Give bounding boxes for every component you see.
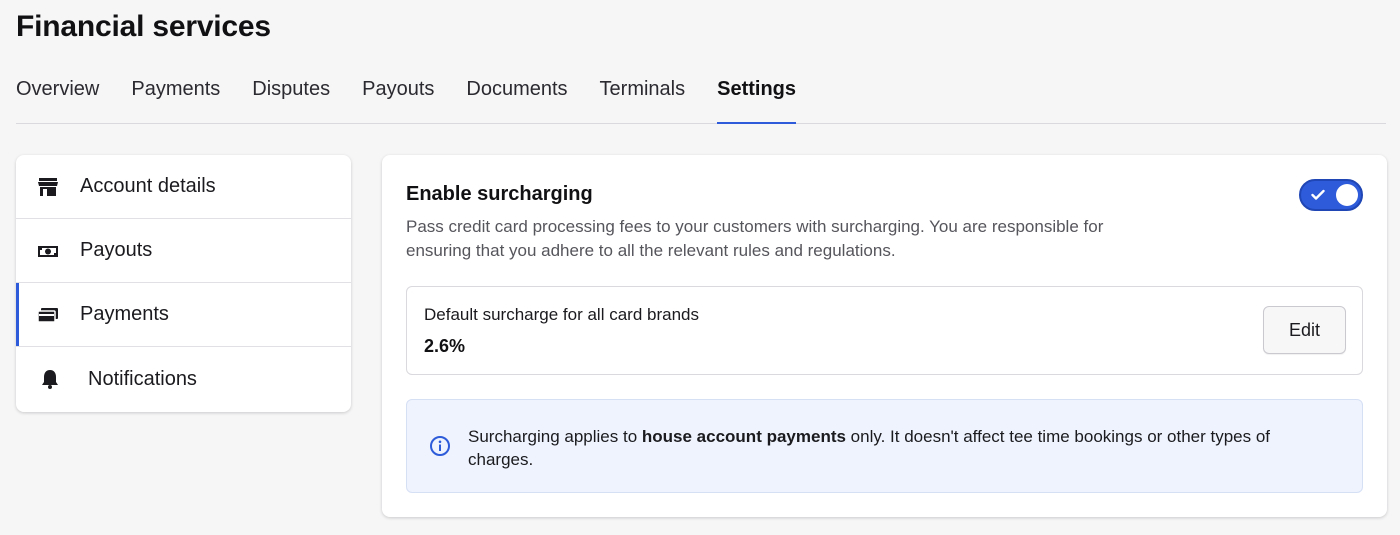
tab-overview[interactable]: Overview <box>16 70 99 123</box>
sidebar-item-label: Notifications <box>88 367 197 390</box>
tab-terminals[interactable]: Terminals <box>600 70 686 123</box>
info-text-bold: house account payments <box>641 427 846 446</box>
bell-icon <box>38 367 62 391</box>
tab-settings[interactable]: Settings <box>717 70 796 124</box>
sidebar-item-payouts[interactable]: Payouts <box>16 219 351 283</box>
check-icon <box>1311 188 1325 206</box>
sidebar-item-label: Account details <box>80 175 216 197</box>
default-surcharge-value: 2.6% <box>424 336 466 356</box>
surcharging-description: Pass credit card processing fees to your… <box>406 217 1104 260</box>
store-icon <box>36 175 60 199</box>
tab-payouts[interactable]: Payouts <box>362 70 434 123</box>
sidebar-item-notifications[interactable]: Notifications <box>16 347 351 411</box>
tab-bar: Overview Payments Disputes Payouts Docum… <box>16 70 1386 124</box>
tab-payments[interactable]: Payments <box>131 70 220 123</box>
cash-icon <box>36 239 60 263</box>
toggle-knob <box>1336 184 1358 206</box>
sidebar-item-label: Payouts <box>80 239 153 261</box>
surcharging-toggle[interactable] <box>1299 179 1363 211</box>
tab-documents[interactable]: Documents <box>466 70 567 123</box>
info-text-prefix: Surcharging applies to <box>468 427 642 446</box>
settings-sidebar: Account details Payouts Payments Notific… <box>16 155 351 412</box>
info-icon <box>429 435 451 462</box>
edit-button[interactable]: Edit <box>1263 306 1346 354</box>
credit-card-icon <box>36 303 60 327</box>
info-banner: Surcharging applies to house account pay… <box>406 399 1363 493</box>
sidebar-item-payments[interactable]: Payments <box>16 283 351 347</box>
sidebar-item-label: Payments <box>80 303 169 325</box>
surcharging-card: Enable surcharging Pass credit card proc… <box>382 155 1387 517</box>
default-surcharge-label: Default surcharge for all card brands <box>424 305 699 324</box>
default-surcharge-panel: Default surcharge for all card brands 2.… <box>406 286 1363 375</box>
surcharging-title: Enable surcharging <box>406 183 593 205</box>
sidebar-item-account-details[interactable]: Account details <box>16 155 351 219</box>
page-title: Financial services <box>16 10 271 43</box>
tab-disputes[interactable]: Disputes <box>252 70 330 123</box>
info-text: Surcharging applies to house account pay… <box>468 425 1328 471</box>
